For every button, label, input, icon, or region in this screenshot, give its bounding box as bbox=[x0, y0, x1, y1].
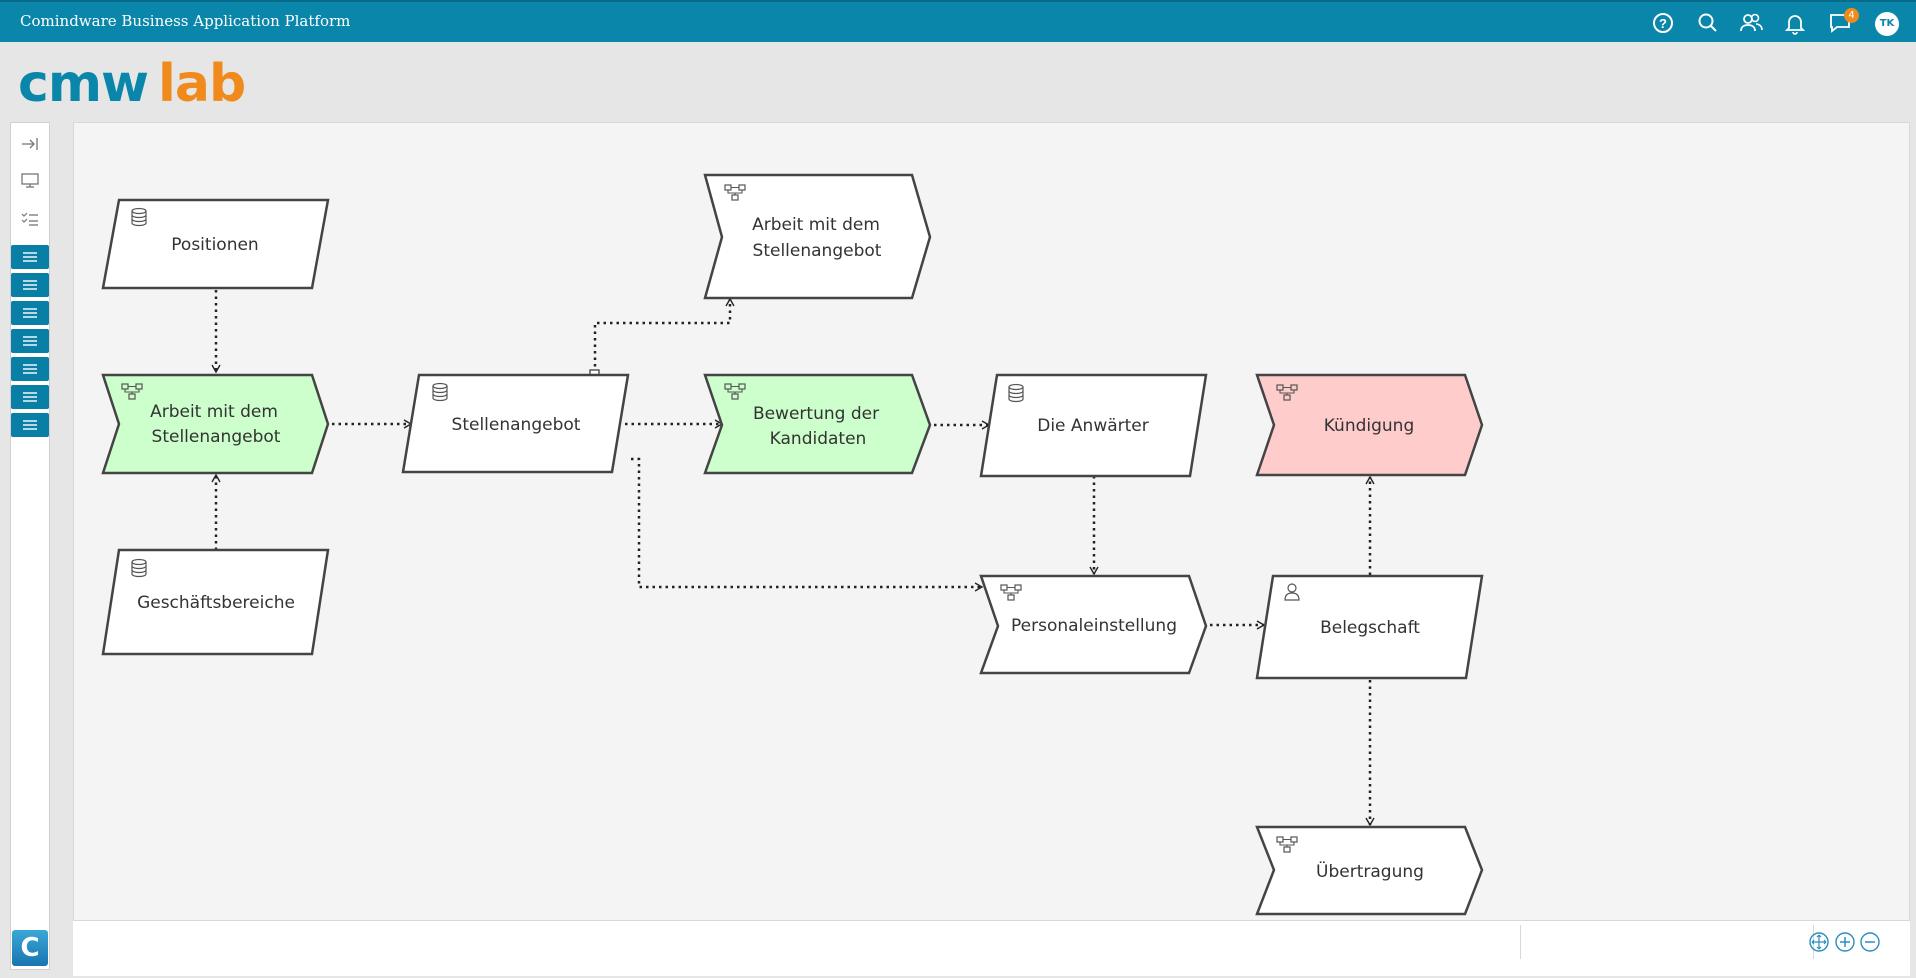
users-icon[interactable] bbox=[1738, 10, 1764, 36]
list-icon bbox=[23, 336, 37, 346]
node-label: Die Anwärter bbox=[1037, 416, 1149, 436]
zoom-out-icon[interactable] bbox=[1859, 931, 1881, 953]
node-bewertung[interactable]: Bewertung der Kandidaten bbox=[703, 373, 932, 475]
node-label-line1: Arbeit mit dem bbox=[150, 402, 278, 422]
notification-badge: 4 bbox=[1844, 8, 1859, 23]
edge-stellen-personal bbox=[631, 457, 984, 592]
bottom-status-bar bbox=[73, 920, 1910, 976]
expand-panel-icon[interactable] bbox=[19, 133, 41, 155]
node-label: Personaleinstellung bbox=[1011, 616, 1177, 636]
node-arbeit-left[interactable]: Arbeit mit dem Stellenangebot bbox=[101, 373, 330, 475]
menu-button-1[interactable] bbox=[11, 245, 49, 269]
list-icon bbox=[23, 392, 37, 402]
node-stellenangebot[interactable]: Stellenangebot bbox=[401, 373, 630, 474]
menu-button-6[interactable] bbox=[11, 385, 49, 409]
svg-text:?: ? bbox=[1659, 16, 1667, 31]
node-label: Kündigung bbox=[1324, 416, 1415, 436]
user-avatar[interactable]: TK bbox=[1875, 12, 1899, 36]
top-bar: Comindware Business Application Platform… bbox=[0, 0, 1916, 42]
app-title: Comindware Business Application Platform bbox=[20, 12, 351, 30]
fit-to-screen-icon[interactable] bbox=[1808, 931, 1830, 953]
bell-icon[interactable] bbox=[1782, 10, 1808, 36]
list-icon bbox=[23, 280, 37, 290]
left-toolbar bbox=[10, 122, 50, 970]
node-label-line1: Arbeit mit dem bbox=[752, 215, 880, 235]
list-icon bbox=[23, 364, 37, 374]
node-label-line2: Stellenangebot bbox=[753, 241, 882, 261]
search-icon[interactable] bbox=[1695, 10, 1721, 36]
node-label: Geschäftsbereiche bbox=[137, 593, 295, 613]
menu-button-5[interactable] bbox=[11, 357, 49, 381]
diagram-canvas[interactable]: Positionen Arbeit mit dem Stellenangebot… bbox=[73, 122, 1910, 922]
node-label-line2: Stellenangebot bbox=[152, 427, 281, 447]
logo-cmw: cmw bbox=[18, 54, 149, 114]
platform-logo-button[interactable]: C bbox=[12, 930, 48, 966]
node-personaleinstellung[interactable]: Personaleinstellung bbox=[979, 574, 1208, 675]
node-label-line2: Kandidaten bbox=[770, 429, 867, 449]
list-icon bbox=[23, 420, 37, 430]
node-label: Positionen bbox=[171, 235, 258, 255]
node-kuendigung[interactable]: Kündigung bbox=[1255, 373, 1484, 477]
list-icon bbox=[23, 252, 37, 262]
menu-button-2[interactable] bbox=[11, 273, 49, 297]
diagram-svg: Positionen Arbeit mit dem Stellenangebot… bbox=[101, 173, 1484, 916]
node-geschaeftsbereiche[interactable]: Geschäftsbereiche bbox=[101, 548, 330, 656]
node-anwaerter[interactable]: Die Anwärter bbox=[979, 373, 1208, 478]
node-label: Belegschaft bbox=[1320, 618, 1420, 638]
node-uebertragung[interactable]: Übertragung bbox=[1255, 825, 1484, 916]
node-label-line1: Bewertung der bbox=[753, 404, 879, 424]
menu-button-3[interactable] bbox=[11, 301, 49, 325]
logo-lab: lab bbox=[158, 54, 246, 114]
checklist-icon[interactable] bbox=[19, 208, 41, 230]
node-label: Stellenangebot bbox=[452, 415, 581, 435]
list-icon bbox=[23, 308, 37, 318]
divider bbox=[1520, 925, 1521, 959]
cmw-lab-logo: cmw lab bbox=[18, 54, 246, 114]
node-positionen[interactable]: Positionen bbox=[101, 198, 330, 290]
edge-stellen-arbeittop bbox=[593, 297, 735, 373]
menu-button-4[interactable] bbox=[11, 329, 49, 353]
zoom-in-icon[interactable] bbox=[1834, 931, 1856, 953]
node-belegschaft[interactable]: Belegschaft bbox=[1255, 574, 1484, 680]
node-label: Übertragung bbox=[1316, 860, 1424, 882]
monitor-icon[interactable] bbox=[19, 169, 41, 191]
help-icon[interactable]: ? bbox=[1650, 10, 1676, 36]
menu-button-7[interactable] bbox=[11, 413, 49, 437]
node-arbeit-top[interactable]: Arbeit mit dem Stellenangebot bbox=[703, 173, 932, 300]
